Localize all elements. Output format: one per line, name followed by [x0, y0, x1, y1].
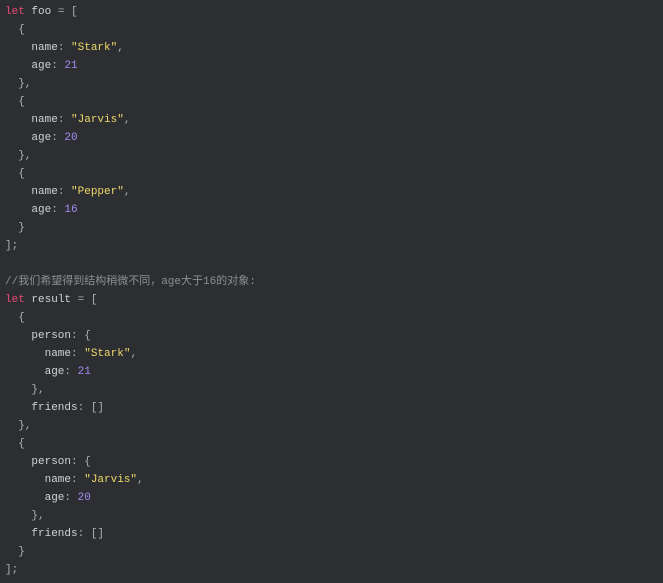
- punctuation-token: ,: [123, 186, 131, 198]
- code-line: age: 16: [5, 201, 663, 219]
- punctuation-token: {: [5, 168, 25, 180]
- identifier-token: person: [5, 330, 72, 342]
- code-line: }: [5, 543, 663, 561]
- punctuation-token: :: [57, 114, 72, 126]
- code-line: },: [5, 507, 663, 525]
- code-block: let foo = [ { name: "Stark", age: 21 }, …: [0, 0, 663, 579]
- number-token: 20: [77, 492, 91, 504]
- punctuation-token: ,: [130, 348, 138, 360]
- code-line: ];: [5, 237, 663, 255]
- identifier-token: foo: [24, 6, 58, 18]
- string-token: "Pepper": [71, 186, 124, 198]
- punctuation-token: },: [5, 420, 32, 432]
- code-line: //我们希望得到结构稍微不同，age大于16的对象:: [5, 273, 663, 291]
- identifier-token: age: [5, 204, 52, 216]
- code-line: },: [5, 147, 663, 165]
- identifier-token: name: [5, 114, 58, 126]
- code-line: name: "Stark",: [5, 39, 663, 57]
- identifier-token: age: [5, 492, 65, 504]
- string-token: "Jarvis": [84, 474, 138, 486]
- punctuation-token: = [: [57, 6, 78, 18]
- identifier-token: name: [5, 474, 72, 486]
- number-token: 21: [77, 366, 91, 378]
- punctuation-token: :: [71, 348, 85, 360]
- code-line: name: "Jarvis",: [5, 471, 663, 489]
- code-line: name: "Stark",: [5, 345, 663, 363]
- code-line: person: {: [5, 453, 663, 471]
- punctuation-token: :: [64, 492, 78, 504]
- identifier-token: name: [5, 348, 72, 360]
- code-line: let result = [: [5, 291, 663, 309]
- identifier-token: name: [5, 186, 58, 198]
- punctuation-token: : []: [77, 528, 105, 540]
- punctuation-token: }: [5, 222, 25, 234]
- string-token: "Jarvis": [71, 114, 124, 126]
- number-token: 21: [64, 60, 78, 72]
- punctuation-token: :: [51, 204, 65, 216]
- string-token: "Stark": [84, 348, 131, 360]
- code-line: age: 20: [5, 129, 663, 147]
- punctuation-token: ,: [137, 474, 144, 486]
- punctuation-token: },: [5, 510, 45, 522]
- keyword-token: let: [5, 294, 25, 306]
- code-line: },: [5, 417, 663, 435]
- punctuation-token: :: [71, 474, 85, 486]
- punctuation-token: :: [51, 132, 65, 144]
- code-line: name: "Jarvis",: [5, 111, 663, 129]
- punctuation-token: {: [5, 312, 25, 324]
- punctuation-token: {: [5, 96, 25, 108]
- code-line: friends: []: [5, 525, 663, 543]
- code-line: {: [5, 309, 663, 327]
- punctuation-token: ];: [5, 564, 19, 576]
- punctuation-token: ,: [117, 42, 124, 54]
- comment-token: //我们希望得到结构稍微不同，age大于16的对象:: [5, 276, 256, 288]
- punctuation-token: ];: [5, 240, 19, 252]
- punctuation-token: }: [5, 546, 25, 558]
- punctuation-token: :: [57, 186, 72, 198]
- punctuation-token: },: [5, 150, 32, 162]
- punctuation-token: :: [57, 42, 72, 54]
- punctuation-token: : {: [71, 456, 91, 468]
- keyword-token: let: [5, 6, 25, 18]
- code-line: {: [5, 93, 663, 111]
- code-line: ];: [5, 561, 663, 579]
- code-line: }: [5, 219, 663, 237]
- identifier-token: friends: [5, 402, 78, 414]
- code-line: {: [5, 21, 663, 39]
- identifier-token: friends: [5, 528, 78, 540]
- code-line: age: 20: [5, 489, 663, 507]
- punctuation-token: : []: [77, 402, 105, 414]
- code-line: {: [5, 165, 663, 183]
- code-line: age: 21: [5, 57, 663, 75]
- punctuation-token: = [: [77, 294, 98, 306]
- identifier-token: age: [5, 366, 65, 378]
- identifier-token: person: [5, 456, 72, 468]
- code-line: friends: []: [5, 399, 663, 417]
- string-token: "Stark": [71, 42, 118, 54]
- punctuation-token: {: [5, 438, 25, 450]
- punctuation-token: :: [64, 366, 78, 378]
- number-token: 20: [64, 132, 78, 144]
- punctuation-token: : {: [71, 330, 91, 342]
- identifier-token: name: [5, 42, 58, 54]
- punctuation-token: },: [5, 384, 45, 396]
- identifier-token: age: [5, 60, 52, 72]
- punctuation-token: },: [5, 78, 32, 90]
- code-line: {: [5, 435, 663, 453]
- code-line: age: 21: [5, 363, 663, 381]
- identifier-token: result: [24, 294, 78, 306]
- number-token: 16: [64, 204, 78, 216]
- punctuation-token: :: [51, 60, 65, 72]
- code-line: name: "Pepper",: [5, 183, 663, 201]
- punctuation-token: {: [5, 24, 25, 36]
- code-line: let foo = [: [5, 3, 663, 21]
- code-line: },: [5, 75, 663, 93]
- code-line: },: [5, 381, 663, 399]
- punctuation-token: ,: [123, 114, 131, 126]
- identifier-token: age: [5, 132, 52, 144]
- code-line: person: {: [5, 327, 663, 345]
